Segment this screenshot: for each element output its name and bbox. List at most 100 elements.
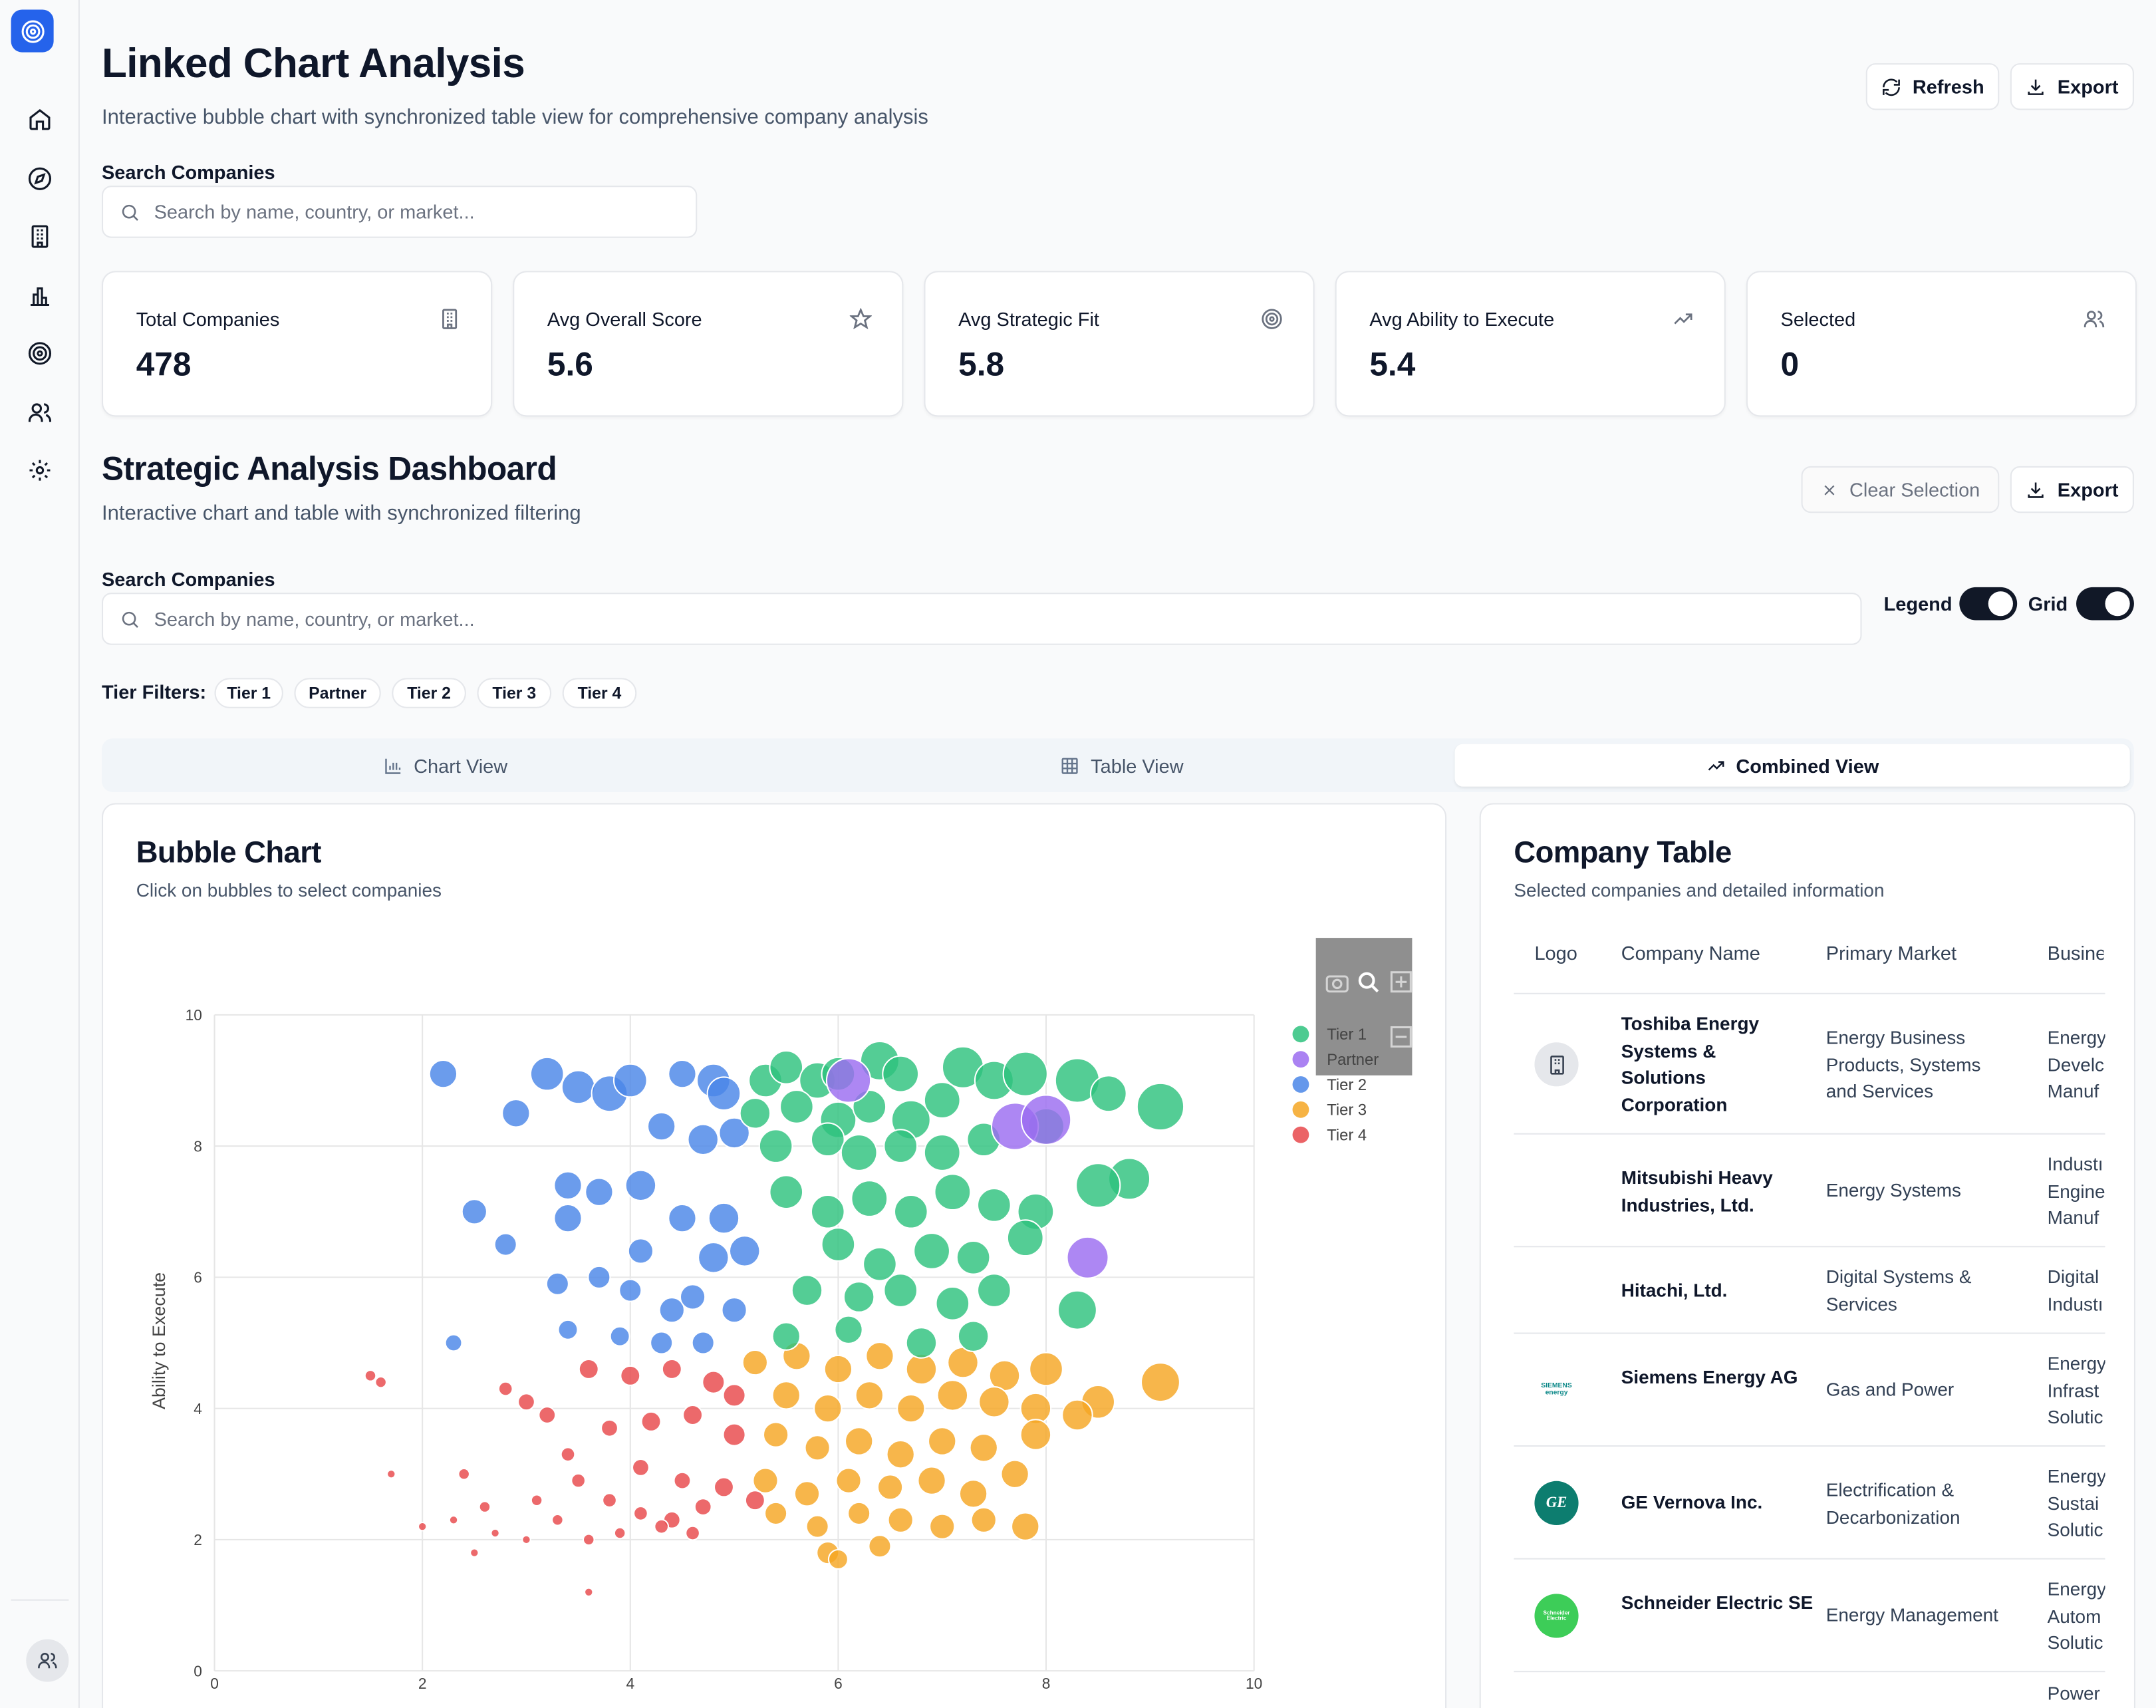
bubble-tier-3[interactable] — [762, 1421, 789, 1448]
bubble-tier-3[interactable] — [1029, 1352, 1063, 1387]
bubble-tier-1[interactable] — [771, 1322, 801, 1351]
bubble-tier-3[interactable] — [969, 1433, 998, 1463]
bubble-tier-4[interactable] — [448, 1515, 459, 1525]
bubble-tier-3[interactable] — [793, 1481, 821, 1507]
bubble-tier-3[interactable] — [835, 1467, 862, 1494]
bubble-tier-3[interactable] — [847, 1501, 871, 1526]
bubble-tier-3[interactable] — [823, 1354, 853, 1384]
bubble-tier-4[interactable] — [685, 1525, 700, 1541]
bubble-tier-3[interactable] — [805, 1514, 829, 1538]
table-row[interactable]: Toshiba Energy Systems & Solutions Corpo… — [1514, 994, 2105, 1135]
bubble-tier-4[interactable] — [530, 1494, 543, 1507]
bubble-tier-1[interactable] — [923, 1134, 961, 1171]
table-row[interactable]: Mitsubishi Heavy Industries, Ltd. Energy… — [1514, 1135, 2105, 1248]
bubble-tier-3[interactable] — [813, 1393, 843, 1423]
bubble-tier-1[interactable] — [883, 1129, 918, 1163]
bubble-tier-4[interactable] — [497, 1381, 513, 1397]
bubble-tier-3[interactable] — [844, 1427, 874, 1456]
bubble-tier-4[interactable] — [661, 1358, 682, 1379]
bubble-tier-2[interactable] — [706, 1076, 741, 1111]
bubble-tier-4[interactable] — [713, 1477, 734, 1498]
bubble-partner[interactable] — [1020, 1094, 1072, 1145]
bubble-tier-2[interactable] — [698, 1242, 730, 1274]
bubble-tier-4[interactable] — [601, 1419, 618, 1437]
bubble-tier-2[interactable] — [444, 1334, 463, 1352]
bubble-tier-1[interactable] — [977, 1188, 1011, 1222]
bubble-tier-2[interactable] — [461, 1199, 487, 1225]
bubble-tier-4[interactable] — [633, 1506, 648, 1521]
bubble-tier-1[interactable] — [863, 1246, 897, 1282]
bubble-tier-1[interactable] — [821, 1227, 856, 1262]
bubble-tier-2[interactable] — [493, 1232, 517, 1256]
bubble-tier-1[interactable] — [1136, 1082, 1185, 1131]
bubble-tier-3[interactable] — [1000, 1459, 1029, 1489]
column-header-company-name[interactable]: Company Name — [1621, 942, 1760, 964]
bubble-tier-2[interactable] — [627, 1238, 654, 1264]
user-avatar[interactable] — [26, 1639, 69, 1682]
bubble-tier-3[interactable] — [752, 1467, 779, 1494]
nav-companies[interactable] — [23, 220, 57, 253]
bubble-tier-4[interactable] — [386, 1469, 396, 1479]
bubble-tier-2[interactable] — [501, 1099, 531, 1128]
bubble-tier-3[interactable] — [1061, 1399, 1093, 1431]
bubble-tier-4[interactable] — [682, 1404, 704, 1426]
bubble-tier-1[interactable] — [758, 1129, 793, 1163]
bubble-tier-4[interactable] — [582, 1533, 595, 1546]
bubble-tier-2[interactable] — [668, 1059, 697, 1089]
bubble-tier-2[interactable] — [587, 1265, 611, 1289]
bubble-tier-1[interactable] — [913, 1232, 951, 1270]
bubble-tier-2[interactable] — [529, 1056, 565, 1091]
bubble-tier-4[interactable] — [458, 1467, 470, 1481]
bubble-tier-1[interactable] — [769, 1175, 804, 1210]
bubble-tier-4[interactable] — [470, 1548, 479, 1558]
bubble-tier-2[interactable] — [612, 1063, 648, 1098]
bubble-tier-2[interactable] — [708, 1202, 740, 1234]
table-row[interactable]: GE GE Vernova Inc. Electrification & Dec… — [1514, 1447, 2105, 1560]
bubble-tier-1[interactable] — [934, 1173, 972, 1211]
bubble-tier-1[interactable] — [1075, 1163, 1121, 1209]
bubble-tier-1[interactable] — [739, 1097, 771, 1129]
bubble-tier-2[interactable] — [728, 1235, 761, 1267]
bubble-tier-1[interactable] — [883, 1273, 918, 1308]
bubble-tier-1[interactable] — [769, 1050, 804, 1085]
bubble-tier-3[interactable] — [741, 1349, 769, 1376]
bubble-tier-4[interactable] — [744, 1490, 765, 1511]
bubble-tier-2[interactable] — [557, 1319, 579, 1340]
tab-combined-view[interactable]: Combined View — [1454, 744, 2130, 787]
bubble-tier-1[interactable] — [810, 1122, 845, 1157]
bubble-tier-4[interactable] — [374, 1375, 387, 1389]
bubble-tier-2[interactable] — [691, 1331, 715, 1355]
bubble-tier-4[interactable] — [517, 1393, 535, 1411]
bubble-tier-3[interactable] — [887, 1506, 914, 1533]
bubble-tier-2[interactable] — [545, 1272, 569, 1296]
bubble-tier-3[interactable] — [978, 1385, 1010, 1418]
bubble-tier-3[interactable] — [929, 1513, 956, 1540]
bubble-tier-4[interactable] — [620, 1365, 641, 1386]
bubble-tier-1[interactable] — [935, 1286, 970, 1321]
bubble-tier-4[interactable] — [490, 1528, 500, 1538]
bubble-tier-4[interactable] — [417, 1521, 428, 1532]
tier-filter-chip[interactable]: Tier 1 — [214, 678, 283, 708]
bubble-tier-2[interactable] — [553, 1203, 583, 1233]
bubble-tier-2[interactable] — [428, 1059, 458, 1089]
tab-chart-view[interactable]: Chart View — [107, 744, 783, 787]
table-row[interactable]: SIEMENS energy Siemens Energy AG Gas and… — [1514, 1334, 2105, 1447]
bubble-tier-3[interactable] — [855, 1381, 884, 1410]
column-header-logo[interactable]: Logo — [1534, 942, 1577, 964]
bubble-tier-3[interactable] — [804, 1435, 831, 1461]
table-row[interactable]: Schneider Electric Schneider Electric SE… — [1514, 1560, 2105, 1673]
bubble-tier-1[interactable] — [923, 1081, 961, 1119]
tier-filter-chip[interactable]: Partner — [294, 678, 381, 708]
bubble-tier-3[interactable] — [896, 1393, 926, 1423]
refresh-button[interactable]: Refresh — [1865, 63, 2000, 110]
bubble-tier-1[interactable] — [905, 1327, 938, 1359]
bubble-tier-4[interactable] — [602, 1493, 617, 1508]
bubble-tier-4[interactable] — [538, 1406, 557, 1424]
app-logo[interactable] — [11, 9, 54, 53]
tier-filter-chip[interactable]: Tier 2 — [392, 678, 466, 708]
column-header-business[interactable]: Busine — [2048, 942, 2104, 964]
bubble-tier-2[interactable] — [650, 1331, 674, 1355]
bubble-tier-2[interactable] — [561, 1069, 596, 1105]
bubble-tier-4[interactable] — [673, 1471, 692, 1490]
bubble-tier-3[interactable] — [936, 1379, 969, 1411]
